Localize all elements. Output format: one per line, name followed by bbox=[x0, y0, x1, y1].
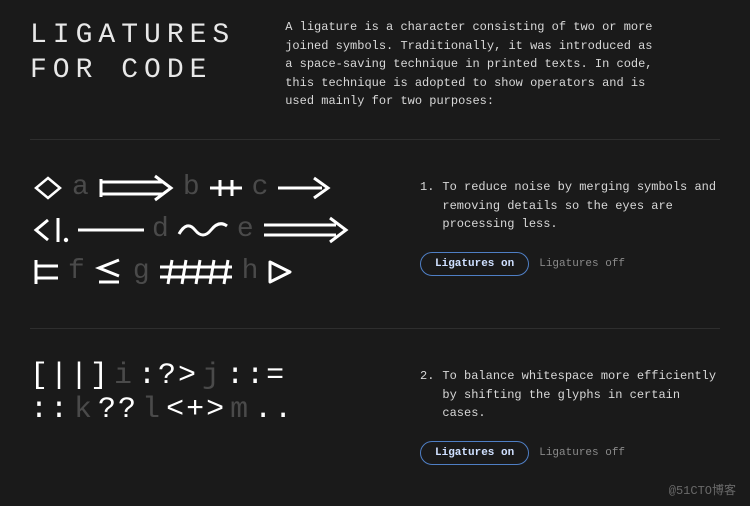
ghost-letter: e bbox=[237, 214, 254, 245]
ghost-letter: h bbox=[242, 256, 259, 287]
ligature-toggle-2: Ligatures on Ligatures off bbox=[420, 441, 625, 465]
section-balance-whitespace: [||] i :?> j ::= :: k ?? l <+> m .. 2. T… bbox=[0, 337, 750, 489]
glyph-angle-plus: <+> bbox=[166, 393, 226, 427]
ghost-letter: f bbox=[68, 256, 85, 287]
ligatures-off-button[interactable]: Ligatures off bbox=[539, 447, 625, 459]
divider bbox=[30, 139, 720, 140]
glyph-double-colon-eq: ::= bbox=[226, 359, 286, 393]
ghost-letter: a bbox=[72, 172, 89, 203]
triangle-play-icon bbox=[264, 254, 296, 290]
less-equal-icon bbox=[91, 254, 127, 290]
ghost-letter: c bbox=[252, 172, 269, 203]
ghost-letter: l bbox=[142, 393, 162, 427]
ligature-sample-1: a b c bbox=[30, 170, 360, 296]
tilde-wave-icon bbox=[175, 212, 231, 248]
ghost-letter: j bbox=[202, 359, 222, 393]
section2-description: 2. To balance whitespace more efficientl… bbox=[420, 367, 720, 423]
glyph-dotdot: .. bbox=[254, 393, 294, 427]
ligatures-on-button[interactable]: Ligatures on bbox=[420, 441, 529, 465]
ligatures-on-button[interactable]: Ligatures on bbox=[420, 252, 529, 276]
section1-description: 1. To reduce noise by merging symbols an… bbox=[420, 178, 720, 234]
ghost-letter: d bbox=[152, 214, 169, 245]
ghost-letter: m bbox=[230, 393, 250, 427]
glyph-double-colon: :: bbox=[30, 393, 70, 427]
boxed-double-arrow-icon bbox=[95, 170, 177, 206]
long-double-arrow-icon bbox=[260, 212, 350, 248]
ligatures-off-button[interactable]: Ligatures off bbox=[539, 258, 625, 270]
not-arrow-left-icon bbox=[30, 212, 70, 248]
turnstile-icon bbox=[30, 254, 62, 290]
intro-paragraph: A ligature is a character consisting of … bbox=[285, 18, 655, 111]
ligature-toggle-1: Ligatures on Ligatures off bbox=[420, 252, 625, 276]
ghost-letter: i bbox=[114, 359, 134, 393]
divider bbox=[30, 328, 720, 329]
glyph-bracket-bars: [||] bbox=[30, 359, 110, 393]
long-line-icon bbox=[76, 212, 146, 248]
diamond-icon bbox=[30, 170, 66, 206]
section-reduce-noise: a b c bbox=[0, 148, 750, 320]
ligature-sample-2: [||] i :?> j ::= :: k ?? l <+> m .. bbox=[30, 359, 360, 427]
ghost-letter: k bbox=[74, 393, 94, 427]
triple-hash-icon bbox=[156, 254, 236, 290]
watermark: @51CTO博客 bbox=[669, 481, 736, 498]
glyph-colon-question-gt: :?> bbox=[138, 359, 198, 393]
cross-plus-icon bbox=[206, 170, 246, 206]
ghost-letter: g bbox=[133, 256, 150, 287]
page-title: LIGATURES FOR CODE bbox=[30, 18, 235, 111]
glyph-double-question: ?? bbox=[98, 393, 138, 427]
ghost-letter: b bbox=[183, 172, 200, 203]
arrow-right-icon bbox=[274, 170, 334, 206]
